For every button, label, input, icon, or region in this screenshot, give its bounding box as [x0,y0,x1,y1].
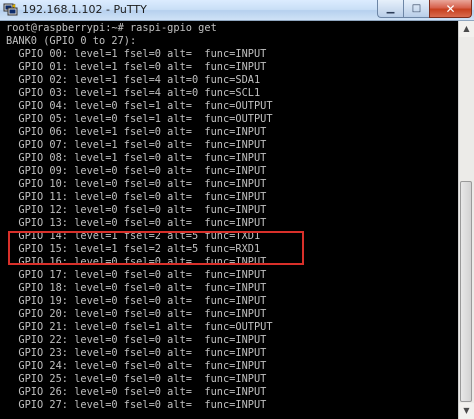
putty-icon[interactable] [3,2,18,17]
gpio-line: GPIO 13: level=0 fsel=0 alt= func=INPUT [6,217,267,229]
gpio-line: GPIO 01: level=1 fsel=0 alt= func=INPUT [6,61,267,73]
gpio-line: GPIO 25: level=0 fsel=0 alt= func=INPUT [6,373,267,385]
scroll-down-button[interactable]: ▼ [459,403,474,419]
gpio-line-highlighted: GPIO 15: level=1 fsel=2 alt=5 func=RXD1 [6,243,261,255]
terminal-output[interactable]: root@raspberrypi:~# raspi-gpio get BANK0… [0,21,458,419]
gpio-line: GPIO 24: level=0 fsel=0 alt= func=INPUT [6,360,267,372]
maximize-icon: □ [411,3,422,14]
gpio-line: GPIO 07: level=1 fsel=0 alt= func=INPUT [6,139,267,151]
gpio-line: GPIO 19: level=0 fsel=0 alt= func=INPUT [6,295,267,307]
gpio-line: GPIO 00: level=1 fsel=0 alt= func=INPUT [6,48,267,60]
gpio-line: GPIO 12: level=0 fsel=0 alt= func=INPUT [6,204,267,216]
arrow-down-icon: ▼ [463,406,470,415]
minimize-icon: ▁ [386,3,395,14]
arrow-up-icon: ▲ [463,24,470,33]
bank-header-line: BANK0 (GPIO 0 to 27): [6,35,137,47]
gpio-line: GPIO 16: level=0 fsel=0 alt= func=INPUT [6,256,267,268]
close-icon: ✕ [445,1,456,16]
scroll-thumb[interactable] [460,181,472,402]
maximize-button[interactable]: □ [403,0,429,18]
gpio-line: GPIO 23: level=0 fsel=0 alt= func=INPUT [6,347,267,359]
gpio-line: GPIO 08: level=1 fsel=0 alt= func=INPUT [6,152,267,164]
gpio-line-highlighted: GPIO 14: level=1 fsel=2 alt=5 func=TXD1 [6,230,261,242]
gpio-line: GPIO 22: level=0 fsel=0 alt= func=INPUT [6,334,267,346]
gpio-line: GPIO 21: level=0 fsel=1 alt= func=OUTPUT [6,321,273,333]
gpio-line: GPIO 20: level=0 fsel=0 alt= func=INPUT [6,308,267,320]
putty-window: 192.168.1.102 - PuTTY ▁ □ ✕ root@raspber… [0,0,474,419]
gpio-line: GPIO 18: level=0 fsel=0 alt= func=INPUT [6,282,267,294]
gpio-line: GPIO 03: level=1 fsel=4 alt=0 func=SCL1 [6,87,261,99]
gpio-line: GPIO 04: level=0 fsel=1 alt= func=OUTPUT [6,100,273,112]
window-controls: ▁ □ ✕ [377,0,472,19]
gpio-line: GPIO 17: level=0 fsel=0 alt= func=INPUT [6,269,267,281]
gpio-line: GPIO 27: level=0 fsel=0 alt= func=INPUT [6,399,267,411]
close-button[interactable]: ✕ [429,0,472,18]
minimize-button[interactable]: ▁ [377,0,403,18]
gpio-line: GPIO 02: level=1 fsel=4 alt=0 func=SDA1 [6,74,261,86]
gpio-line: GPIO 09: level=0 fsel=0 alt= func=INPUT [6,165,267,177]
command-prompt-line: root@raspberrypi:~# raspi-gpio get [6,22,217,34]
window-title: 192.168.1.102 - PuTTY [22,3,147,16]
gpio-line: GPIO 11: level=0 fsel=0 alt= func=INPUT [6,191,267,203]
gpio-line: GPIO 05: level=0 fsel=1 alt= func=OUTPUT [6,113,273,125]
gpio-line: GPIO 10: level=0 fsel=0 alt= func=INPUT [6,178,267,190]
gpio-line: GPIO 06: level=1 fsel=0 alt= func=INPUT [6,126,267,138]
gpio-line: GPIO 26: level=0 fsel=0 alt= func=INPUT [6,386,267,398]
title-bar[interactable]: 192.168.1.102 - PuTTY ▁ □ ✕ [0,0,474,21]
vertical-scrollbar[interactable]: ▲ ▼ [458,21,474,419]
scroll-up-button[interactable]: ▲ [459,21,474,37]
